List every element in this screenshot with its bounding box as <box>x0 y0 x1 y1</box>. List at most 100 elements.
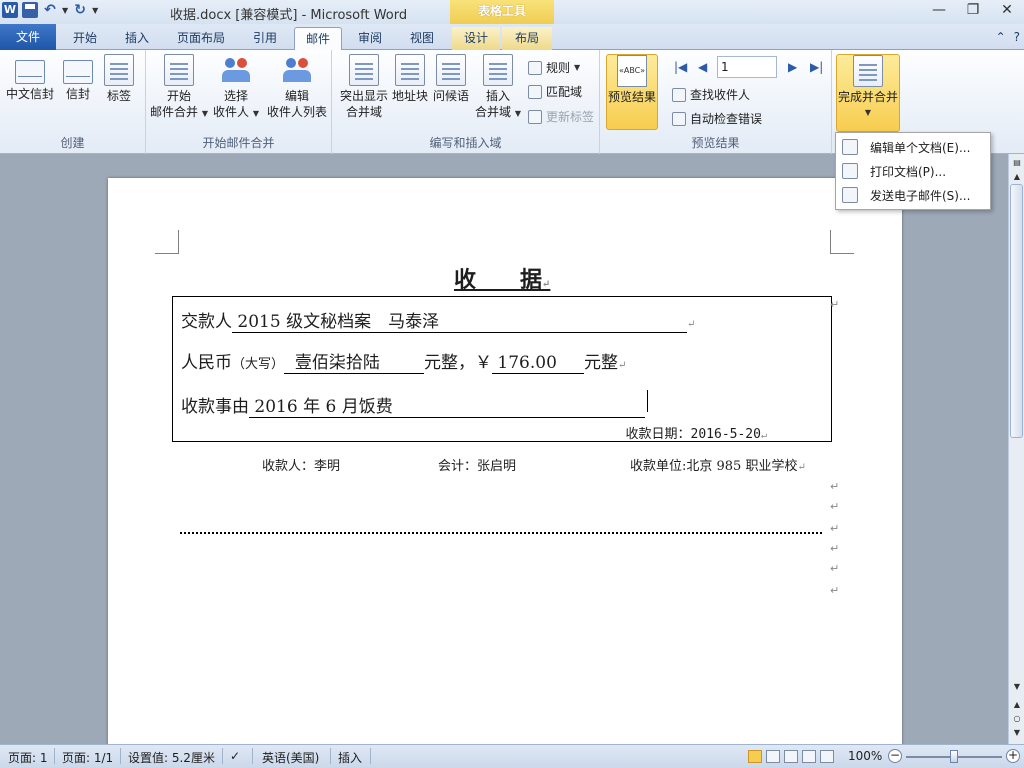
browse-object-icon[interactable]: ○ <box>1010 712 1024 726</box>
find-recipient-button[interactable]: 查找收件人 <box>672 86 750 104</box>
window-title: 收据.docx [兼容模式] - Microsoft Word <box>170 8 408 23</box>
restore-icon[interactable]: ❐ <box>956 0 990 22</box>
scroll-down-icon[interactable]: ▼ <box>1010 680 1024 694</box>
payer-row: 交款人 2015 级文秘档案 马泰泽 ↵ <box>181 307 695 333</box>
help-icon[interactable]: ? <box>1014 30 1020 44</box>
finish-and-merge-button[interactable]: 完成并合并 ▼ <box>836 54 900 132</box>
receiver-label: 收款人：李明 <box>262 459 341 474</box>
minimize-ribbon-icon[interactable]: ⌃ <box>996 30 1006 44</box>
edit-recipient-list-button[interactable]: 编辑 收件人列表 <box>264 54 330 120</box>
last-record-icon[interactable]: ▶| <box>810 60 823 74</box>
finish-and-merge-icon <box>853 55 883 87</box>
previous-page-icon[interactable]: ▲ <box>1010 698 1024 712</box>
envelope-button[interactable]: 信封 <box>60 54 96 102</box>
scroll-thumb[interactable] <box>1010 184 1023 438</box>
envelope-icon <box>63 60 93 84</box>
rmb-row: 人民币 （大写） 壹佰柒拾陆 元整，￥ 176.00 元整 ↵ <box>181 348 626 374</box>
zoom-in-icon[interactable]: + <box>1006 749 1020 763</box>
chinese-envelope-button[interactable]: 中文信封 <box>4 54 56 102</box>
tab-file[interactable]: 文件 <box>0 24 56 50</box>
select-recipients-button[interactable]: 选择 收件人 ▼ <box>208 54 264 122</box>
undo-dropdown-icon[interactable]: ▼ <box>62 6 68 15</box>
auto-check-errors-button[interactable]: 自动检查错误 <box>672 110 762 128</box>
ribbon-tabs: 文件 开始 插入 页面布局 引用 邮件 审阅 视图 设计 布局 ⌃ ? <box>0 24 1024 50</box>
zoom-out-icon[interactable]: − <box>888 749 902 763</box>
outline-view-icon[interactable] <box>802 750 816 763</box>
greeting-line-button[interactable]: 问候语 <box>430 54 472 104</box>
vertical-scrollbar[interactable]: ▤ ▲ ▼ ▲ ○ ▼ <box>1008 154 1024 744</box>
group-label-create: 创建 <box>60 136 85 150</box>
receipt-title: 收 据↵ <box>454 267 551 293</box>
start-mail-merge-button[interactable]: 开始 邮件合并 ▼ <box>150 54 208 122</box>
paragraph-mark-icon: ↵ <box>830 500 840 513</box>
tab-design[interactable]: 设计 <box>452 27 500 50</box>
preview-results-icon: «ABC» <box>617 55 647 87</box>
document-area[interactable]: 收 据↵ 交款人 2015 级文秘档案 马泰泽 ↵ 人民币 （大写） 壹佰柒拾陆… <box>0 154 1008 744</box>
receipt-table[interactable]: 交款人 2015 级文秘档案 马泰泽 ↵ 人民币 （大写） 壹佰柒拾陆 元整，￥… <box>172 296 832 442</box>
status-page[interactable]: 页面: 1 <box>8 749 48 766</box>
labels-button[interactable]: 标签 <box>100 54 138 104</box>
paragraph-mark-icon: ↵ <box>830 542 840 555</box>
send-email-item[interactable]: 发送电子邮件(S)... <box>836 183 990 207</box>
dropdown-arrow-icon: ▼ <box>574 63 581 72</box>
tab-layout[interactable]: 布局 <box>502 27 552 50</box>
paragraph-mark-icon: ↵ <box>830 480 840 493</box>
status-insert-mode[interactable]: 插入 <box>338 749 362 766</box>
insert-merge-field-button[interactable]: 插入 合并域 ▼ <box>472 54 524 122</box>
reason-value: 2016 年 6 月饭费 <box>249 392 645 418</box>
update-labels-button: 更新标签 <box>528 108 594 126</box>
tab-insert[interactable]: 插入 <box>112 27 162 50</box>
edit-individual-documents-item[interactable]: 编辑单个文档(E)... <box>836 135 990 159</box>
paragraph-mark-icon: ↵ <box>830 584 840 597</box>
next-page-icon[interactable]: ▼ <box>1010 726 1024 740</box>
undo-icon[interactable]: ↶ <box>42 2 58 18</box>
document-page[interactable]: 收 据↵ 交款人 2015 级文秘档案 马泰泽 ↵ 人民币 （大写） 壹佰柒拾陆… <box>108 178 902 744</box>
highlight-merge-fields-button[interactable]: 突出显示 合并域 <box>336 54 392 120</box>
match-fields-button[interactable]: 匹配域 <box>528 83 582 101</box>
status-page-count[interactable]: 页面: 1/1 <box>62 749 113 766</box>
window-controls: — ❐ ✕ <box>922 0 1024 22</box>
rules-button[interactable]: 规则 ▼ <box>528 59 580 77</box>
zoom-slider-thumb[interactable] <box>950 750 958 763</box>
scroll-up-icon[interactable]: ▲ <box>1010 170 1024 184</box>
accountant-label: 会计：张启明 <box>438 459 517 474</box>
ruler-toggle-icon[interactable]: ▤ <box>1010 156 1024 170</box>
first-record-icon[interactable]: |◀ <box>674 60 687 74</box>
full-screen-reading-icon[interactable] <box>766 750 780 763</box>
edit-recipient-list-icon <box>282 54 312 86</box>
tab-review[interactable]: 审阅 <box>346 27 394 50</box>
print-icon <box>842 163 858 179</box>
save-icon[interactable] <box>22 2 38 18</box>
zoom-level[interactable]: 100% <box>848 749 882 763</box>
print-layout-view-icon[interactable] <box>748 750 762 763</box>
draft-view-icon[interactable] <box>820 750 834 763</box>
rmb-uppercase-value: 壹佰柒拾陆 <box>284 348 425 374</box>
tab-references[interactable]: 引用 <box>240 27 290 50</box>
group-label-preview-results: 预览结果 <box>691 136 740 150</box>
receiving-unit-label: 收款单位:北京 985 职业学校↵ <box>630 459 806 474</box>
spelling-check-icon[interactable]: ✓ <box>230 749 240 763</box>
print-documents-item[interactable]: 打印文档(P)... <box>836 159 990 183</box>
address-block-button[interactable]: 地址块 <box>390 54 430 104</box>
tab-home[interactable]: 开始 <box>60 27 110 50</box>
customize-qat-icon[interactable]: ▼ <box>92 6 98 15</box>
tab-view[interactable]: 视图 <box>398 27 446 50</box>
word-logo-icon[interactable]: W <box>2 2 18 18</box>
web-layout-icon[interactable] <box>784 750 798 763</box>
reason-row: 收款事由 2016 年 6 月饭费 <box>181 390 648 418</box>
status-language[interactable]: 英语(美国) <box>262 749 319 766</box>
next-record-icon[interactable]: ▶ <box>788 60 797 74</box>
insert-merge-field-icon <box>483 54 513 86</box>
preview-results-button[interactable]: «ABC» 预览结果 <box>606 54 658 130</box>
tab-page-layout[interactable]: 页面布局 <box>168 27 234 50</box>
paragraph-mark-icon: ↵ <box>687 319 696 330</box>
amount-value: 176.00 <box>492 353 585 374</box>
status-setting[interactable]: 设置值: 5.2厘米 <box>128 749 215 766</box>
redo-icon[interactable]: ↻ <box>72 2 88 18</box>
minimize-icon[interactable]: — <box>922 0 956 22</box>
record-number-input[interactable]: 1 <box>717 56 777 78</box>
previous-record-icon[interactable]: ◀ <box>698 60 707 74</box>
finish-and-merge-menu: 编辑单个文档(E)... 打印文档(P)... 发送电子邮件(S)... <box>835 132 991 210</box>
tab-mailings[interactable]: 邮件 <box>294 27 342 50</box>
close-icon[interactable]: ✕ <box>990 0 1024 22</box>
